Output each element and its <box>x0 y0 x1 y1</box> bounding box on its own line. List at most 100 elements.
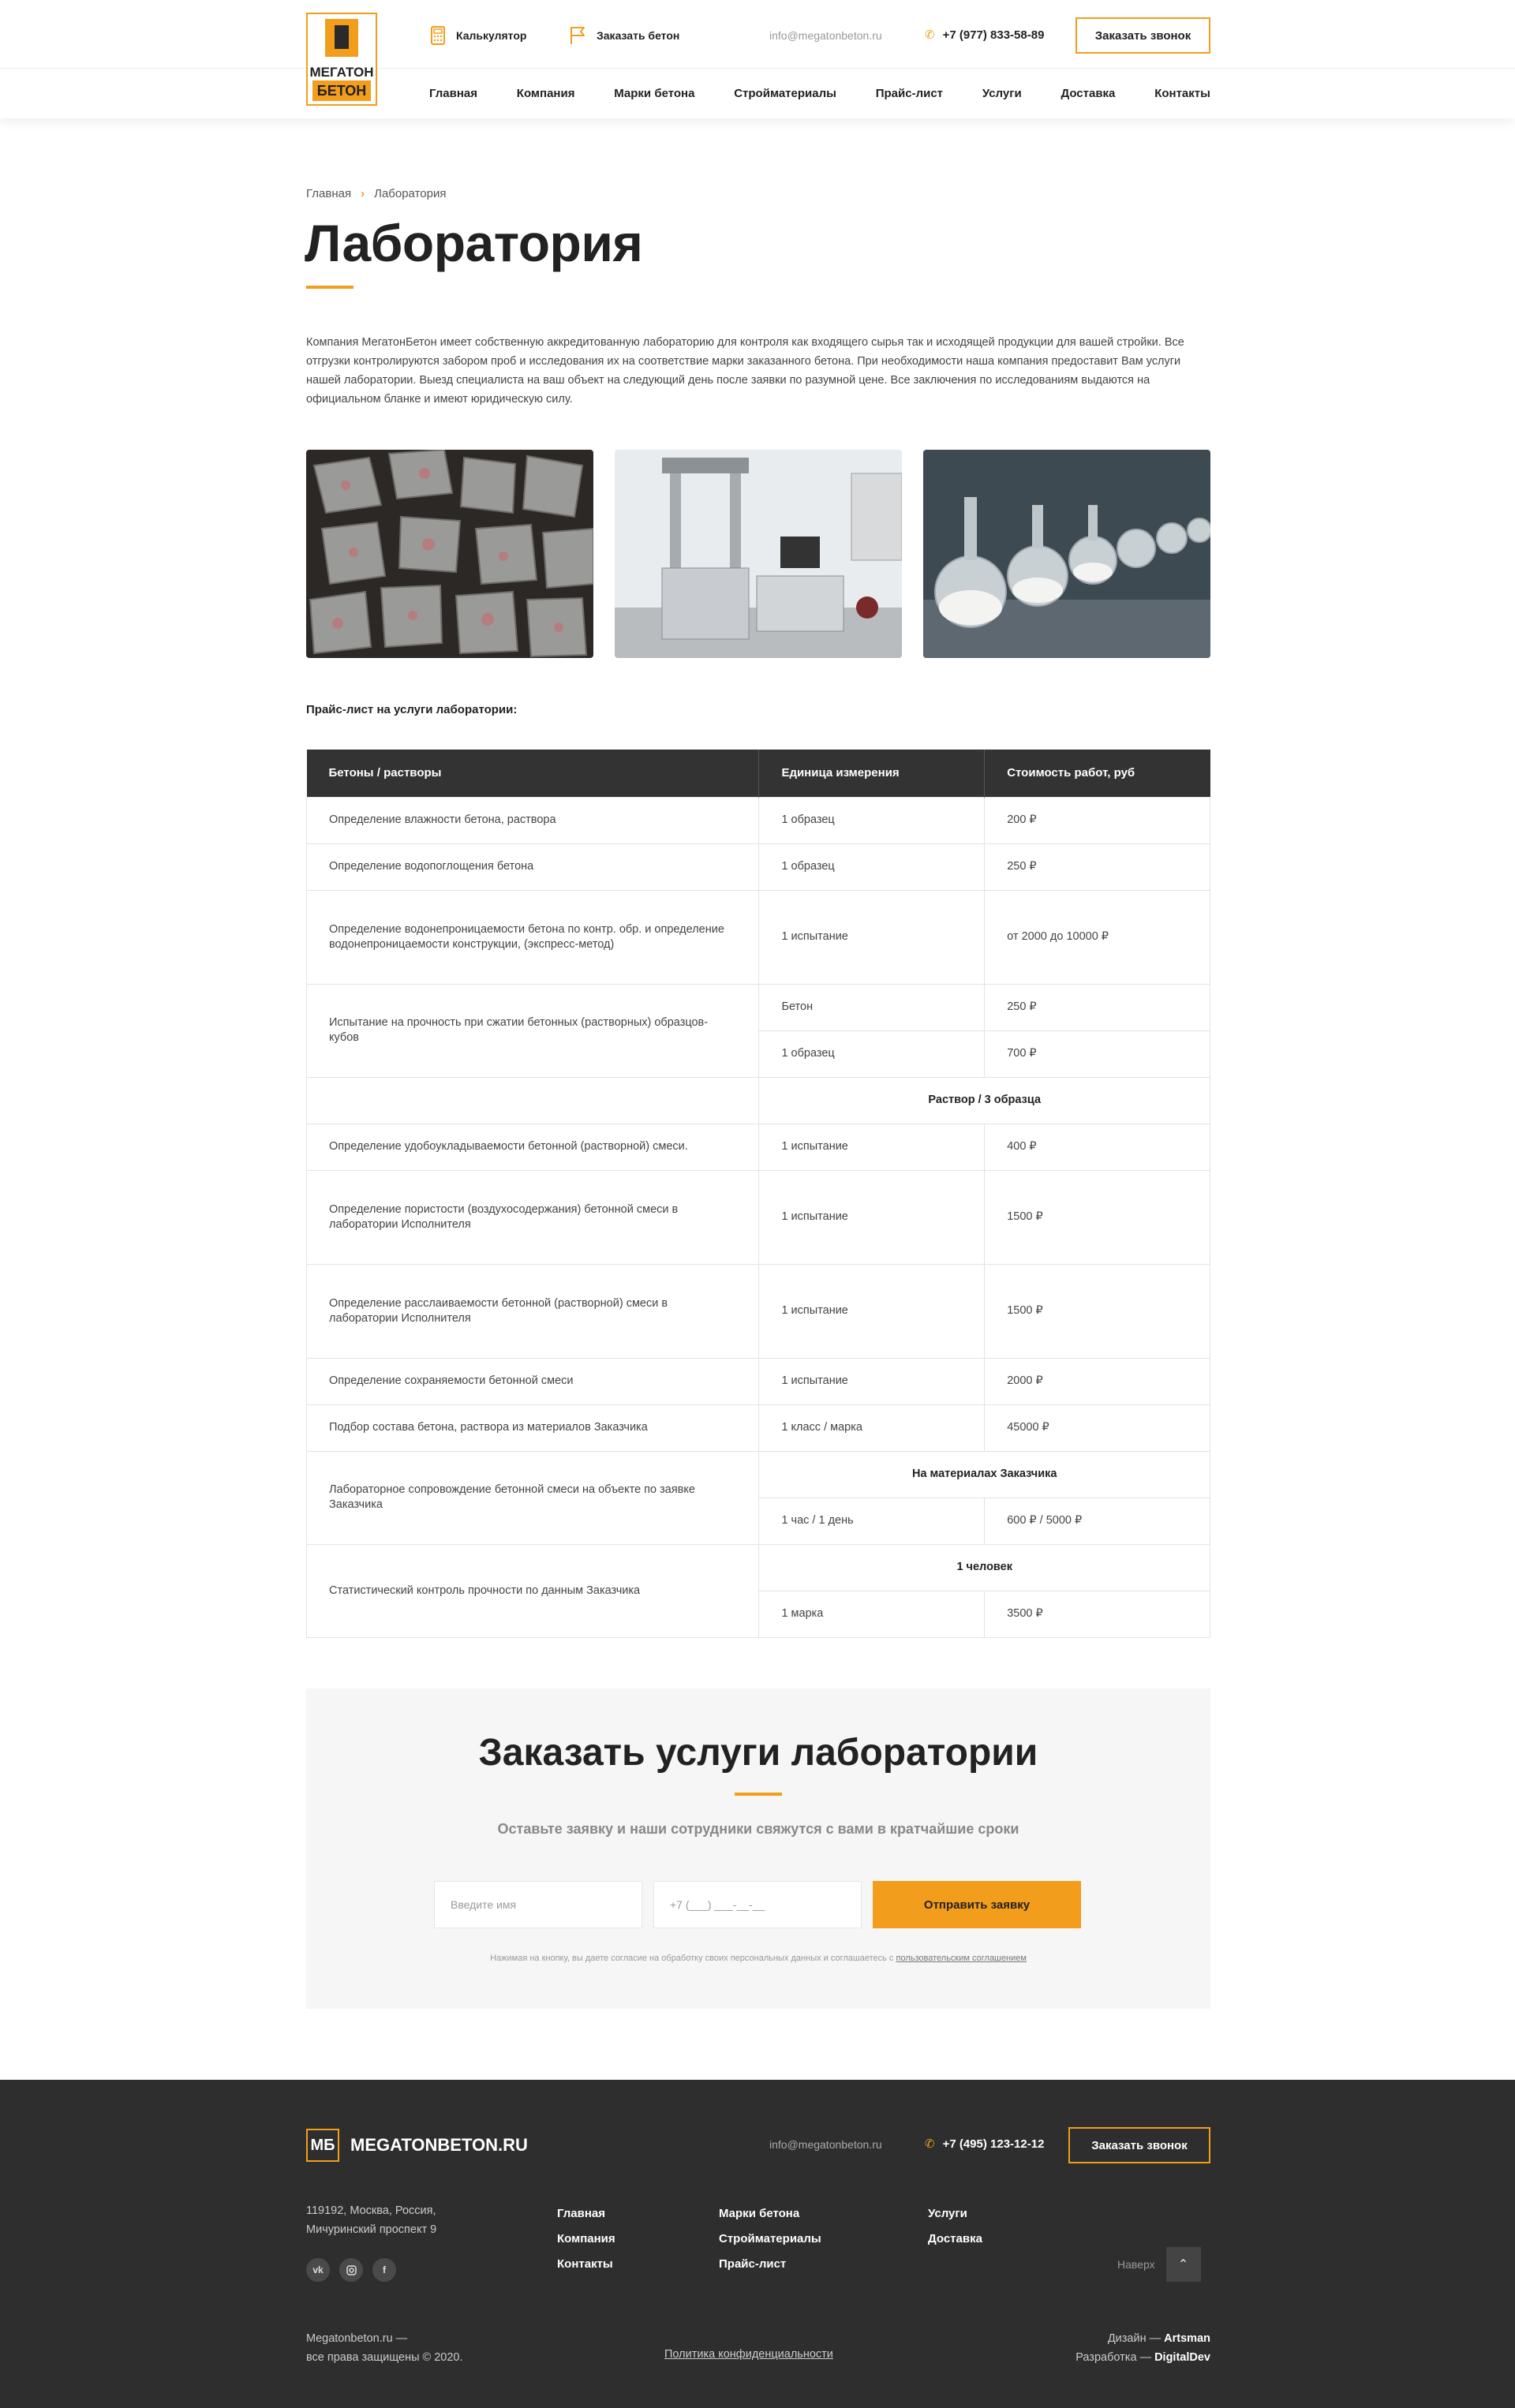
table-row: Определение расслаиваемости бетонной (ра… <box>305 1263 1210 1359</box>
table-row: Лабораторное сопровождение бетонной смес… <box>305 1450 1210 1545</box>
footer-email[interactable]: info@megatonbeton.ru <box>769 2138 882 2151</box>
table-row: Определение водонепроницаемости бетона п… <box>305 889 1210 985</box>
footer-link-home[interactable]: Главная <box>557 2201 615 2227</box>
header-unit: Единица измерения <box>758 750 985 797</box>
site-footer: МБ MEGATONBETON.RU info@megatonbeton.ru … <box>0 2080 1515 2408</box>
consent-note: Нажимая на кнопку, вы даете согласие на … <box>306 1954 1210 1963</box>
dev-name[interactable]: DigitalDev <box>1154 2351 1210 2364</box>
nav-item-services[interactable]: Услуги <box>982 87 1022 100</box>
calculator-label: Калькулятор <box>456 29 527 42</box>
cell-service: Подбор состава бетона, раствора из матер… <box>305 1404 760 1452</box>
table-row: Определение влажности бетона, раствора 1… <box>305 796 1210 844</box>
page-title: Лаборатория <box>305 214 643 272</box>
breadcrumb-home[interactable]: Главная <box>306 187 351 200</box>
copyright-line1: Megatonbeton.ru — <box>306 2332 408 2345</box>
cell-unit: 1 класс / марка <box>758 1404 986 1452</box>
cell-service: Лабораторное сопровождение бетонной смес… <box>305 1450 760 1545</box>
nav-item-delivery[interactable]: Доставка <box>1060 87 1115 100</box>
privacy-policy-link[interactable]: Политика конфиденциальности <box>664 2348 833 2361</box>
header-price: Стоимость работ, руб <box>984 750 1210 797</box>
cell-price: 1500 ₽ <box>984 1263 1210 1359</box>
table-row: Определение водопоглощения бетона 1 обра… <box>305 843 1210 891</box>
facebook-icon[interactable]: f <box>372 2258 396 2282</box>
order-concrete-label: Заказать бетон <box>597 29 680 42</box>
footer-callback-button[interactable]: Заказать звонок <box>1068 2127 1210 2163</box>
flag-icon <box>570 24 587 47</box>
header-email[interactable]: info@megatonbeton.ru <box>769 29 882 42</box>
cell-service: Определение сохраняемости бетонной смеси <box>305 1357 760 1405</box>
breadcrumb-current: Лаборатория <box>374 187 447 200</box>
nav-item-home[interactable]: Главная <box>429 87 477 100</box>
footer-phone-number: +7 (495) 123-12-12 <box>942 2137 1045 2151</box>
cell-unit: 1 испытание <box>758 1169 986 1265</box>
footer-link-contacts[interactable]: Контакты <box>557 2252 615 2277</box>
scroll-to-top[interactable]: Наверх ⌃ <box>1117 2247 1201 2282</box>
cell-price: 2000 ₽ <box>984 1357 1210 1405</box>
cell-price: 700 ₽ <box>984 1030 1210 1078</box>
photo-lab-press[interactable] <box>615 450 902 658</box>
cell-unit: 1 час / 1 день <box>758 1497 986 1545</box>
name-input[interactable]: Введите имя <box>434 1881 642 1928</box>
footer-link-services[interactable]: Услуги <box>928 2201 982 2227</box>
cell-unit: Бетон <box>758 983 986 1031</box>
footer-copyright: Megatonbeton.ru — все права защищены © 2… <box>306 2329 463 2367</box>
vk-icon[interactable]: vk <box>306 2258 330 2282</box>
header-phone[interactable]: ✆ +7 (977) 833-58-89 <box>925 28 1045 43</box>
footer-logo-text: MEGATONBETON.RU <box>350 2135 528 2155</box>
footer-link-delivery[interactable]: Доставка <box>928 2227 982 2252</box>
intro-text: Компания МегатонБетон имеет собственную … <box>306 336 1184 406</box>
cell-subheader: На материалах Заказчика <box>758 1450 1210 1498</box>
cell-unit: 1 образец <box>758 796 986 844</box>
dev-prefix: Разработка — <box>1075 2351 1152 2364</box>
calculator-icon <box>429 24 447 47</box>
cell-empty <box>305 1076 760 1124</box>
footer-phone[interactable]: ✆ +7 (495) 123-12-12 <box>925 2137 1045 2152</box>
photo-lab-flasks[interactable] <box>923 450 1210 658</box>
nav-item-concrete-grades[interactable]: Марки бетона <box>614 87 694 100</box>
cell-unit: 1 испытание <box>758 1263 986 1359</box>
design-name[interactable]: Artsman <box>1164 2332 1210 2345</box>
footer-link-price-list[interactable]: Прайс-лист <box>719 2252 821 2277</box>
calculator-link[interactable]: Калькулятор <box>429 24 526 47</box>
instagram-icon[interactable] <box>339 2258 363 2282</box>
nav-item-price-list[interactable]: Прайс-лист <box>876 87 943 100</box>
callback-button[interactable]: Заказать звонок <box>1075 17 1210 54</box>
nav-item-contacts[interactable]: Контакты <box>1154 87 1210 100</box>
cell-subheader: 1 человек <box>758 1543 1210 1591</box>
table-row: Определение сохраняемости бетонной смеси… <box>305 1357 1210 1405</box>
design-prefix: Дизайн — <box>1107 2332 1162 2345</box>
cell-service: Определение влажности бетона, раствора <box>305 796 760 844</box>
order-concrete-link[interactable]: Заказать бетон <box>570 24 679 47</box>
cell-price: 1500 ₽ <box>984 1169 1210 1265</box>
chevron-up-icon[interactable]: ⌃ <box>1165 2247 1201 2282</box>
cell-unit: 1 испытание <box>758 1123 986 1171</box>
footer-credits: Дизайн — Artsman Разработка — DigitalDev <box>1075 2329 1210 2367</box>
footer-address: 119192, Москва, Россия, Мичуринский прос… <box>306 2201 436 2239</box>
footer-nav-col3: Услуги Доставка <box>928 2201 982 2252</box>
footer-link-company[interactable]: Компания <box>557 2227 615 2252</box>
price-caption: Прайс-лист на услуги лаборатории: <box>306 703 518 716</box>
site-logo[interactable]: МЕГАТОН БЕТОН <box>306 13 377 106</box>
submit-request-button[interactable]: Отправить заявку <box>873 1881 1081 1928</box>
footer-link-building-materials[interactable]: Стройматериалы <box>719 2227 821 2252</box>
cell-service: Определение удобоукладываемости бетонной… <box>305 1123 760 1171</box>
footer-nav-col1: Главная Компания Контакты <box>557 2201 615 2277</box>
consent-link[interactable]: пользовательским соглашением <box>896 1954 1027 1963</box>
footer-link-concrete-grades[interactable]: Марки бетона <box>719 2201 821 2227</box>
footer-logo[interactable]: МБ MEGATONBETON.RU <box>306 2129 528 2162</box>
nav-item-building-materials[interactable]: Стройматериалы <box>734 87 836 100</box>
cell-price: от 2000 до 10000 ₽ <box>984 889 1210 985</box>
table-row: Определение пористости (воздухосодержани… <box>305 1169 1210 1265</box>
cell-price: 45000 ₽ <box>984 1404 1210 1452</box>
address-line2: Мичуринский проспект 9 <box>306 2223 437 2236</box>
nav-item-company[interactable]: Компания <box>517 87 575 100</box>
phone-input[interactable]: +7 (___) ___-__-__ <box>653 1881 862 1928</box>
photo-concrete-cubes[interactable] <box>306 450 593 658</box>
cell-price: 200 ₽ <box>984 796 1210 844</box>
table-row: Подбор состава бетона, раствора из матер… <box>305 1404 1210 1452</box>
header-phone-number: +7 (977) 833-58-89 <box>942 28 1045 42</box>
cell-service: Определение пористости (воздухосодержани… <box>305 1169 760 1265</box>
header-divider <box>0 68 1515 69</box>
order-title-underline <box>735 1793 782 1796</box>
cell-unit: 1 испытание <box>758 889 986 985</box>
